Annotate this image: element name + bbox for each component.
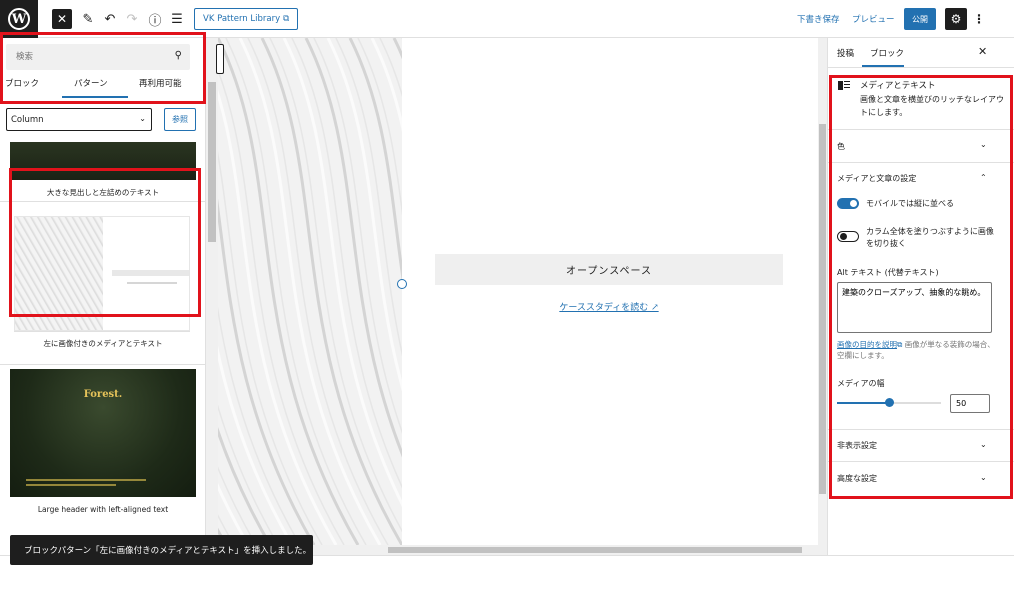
- redo-button[interactable]: ↷: [122, 9, 142, 29]
- tab-post[interactable]: 投稿: [837, 47, 854, 59]
- close-icon: ✕: [978, 45, 988, 58]
- pattern-category-select[interactable]: Column ⌄: [6, 108, 152, 131]
- snackbar-notice[interactable]: ブロックパターン「左に画像付きのメディアとテキスト」を挿入しました。: [10, 535, 313, 565]
- forest-title: Forest.: [83, 389, 123, 400]
- close-sidebar-button[interactable]: ✕: [978, 45, 987, 58]
- preview-button[interactable]: プレビュー: [852, 13, 895, 25]
- close-icon: ✕: [56, 12, 68, 26]
- vk-pattern-library-button[interactable]: VK Pattern Library ⧉: [194, 8, 299, 30]
- highlight-frame-pattern: [9, 168, 201, 317]
- save-draft-button[interactable]: 下書き保存: [797, 13, 840, 25]
- list-view-icon: ☰: [171, 11, 183, 27]
- wordpress-icon: W: [8, 8, 30, 30]
- editor-canvas: オープンスペース ケーススタディを読む ↗: [218, 38, 818, 545]
- snackbar-message: ブロックパターン「左に画像付きのメディアとテキスト」を挿入しました。: [24, 546, 312, 556]
- external-link-icon: ⧉: [283, 14, 290, 24]
- undo-icon: ↶: [104, 11, 116, 27]
- details-button[interactable]: ⓘ: [145, 9, 165, 29]
- scroll-thumb[interactable]: [208, 82, 216, 242]
- publish-button[interactable]: 公開: [904, 8, 936, 30]
- browse-all-button[interactable]: 参照: [164, 108, 196, 131]
- gear-icon: ⚙: [950, 12, 962, 26]
- vk-pattern-label: VK Pattern Library: [203, 14, 281, 24]
- more-vertical-icon: ⋮: [973, 12, 985, 26]
- scroll-thumb[interactable]: [388, 547, 802, 553]
- list-view-button[interactable]: ☰: [167, 9, 187, 29]
- text-line: [26, 479, 146, 481]
- media-image[interactable]: [218, 38, 402, 545]
- info-icon: ⓘ: [148, 13, 162, 29]
- highlight-frame-tabs: [0, 32, 206, 104]
- scroll-thumb[interactable]: [819, 124, 826, 494]
- redo-icon: ↷: [126, 11, 138, 27]
- case-study-link[interactable]: ケーススタディを読む ↗: [435, 300, 783, 313]
- canvas-scrollbar-vertical[interactable]: [818, 38, 827, 555]
- divider: [14, 331, 190, 332]
- sidebar-tabs: 投稿 ブロック ✕: [828, 38, 1014, 68]
- pencil-icon: ✎: [82, 11, 94, 27]
- more-options-button[interactable]: ⋮: [972, 9, 986, 29]
- block-handle[interactable]: [216, 44, 224, 74]
- pattern-caption: Large header with left-aligned text: [37, 505, 169, 514]
- tab-block[interactable]: ブロック: [870, 47, 904, 59]
- inserter-scrollbar[interactable]: [206, 38, 218, 555]
- divider: [0, 364, 205, 365]
- pattern-category-value: Column: [11, 114, 44, 125]
- settings-button[interactable]: ⚙: [945, 8, 967, 30]
- close-inserter-button[interactable]: ✕: [52, 9, 72, 29]
- tools-button[interactable]: ✎: [78, 9, 98, 29]
- pattern-caption: 左に画像付きのメディアとテキスト: [43, 339, 163, 348]
- media-text-heading[interactable]: オープンスペース: [435, 254, 783, 285]
- active-tab-indicator: [862, 65, 904, 67]
- resize-handle[interactable]: [397, 279, 407, 289]
- chevron-down-icon: ⌄: [139, 114, 146, 123]
- highlight-frame-sidebar: [829, 75, 1013, 499]
- undo-button[interactable]: ↶: [100, 9, 120, 29]
- pattern-preview-forest[interactable]: Forest.: [10, 369, 196, 497]
- text-line: [26, 484, 116, 486]
